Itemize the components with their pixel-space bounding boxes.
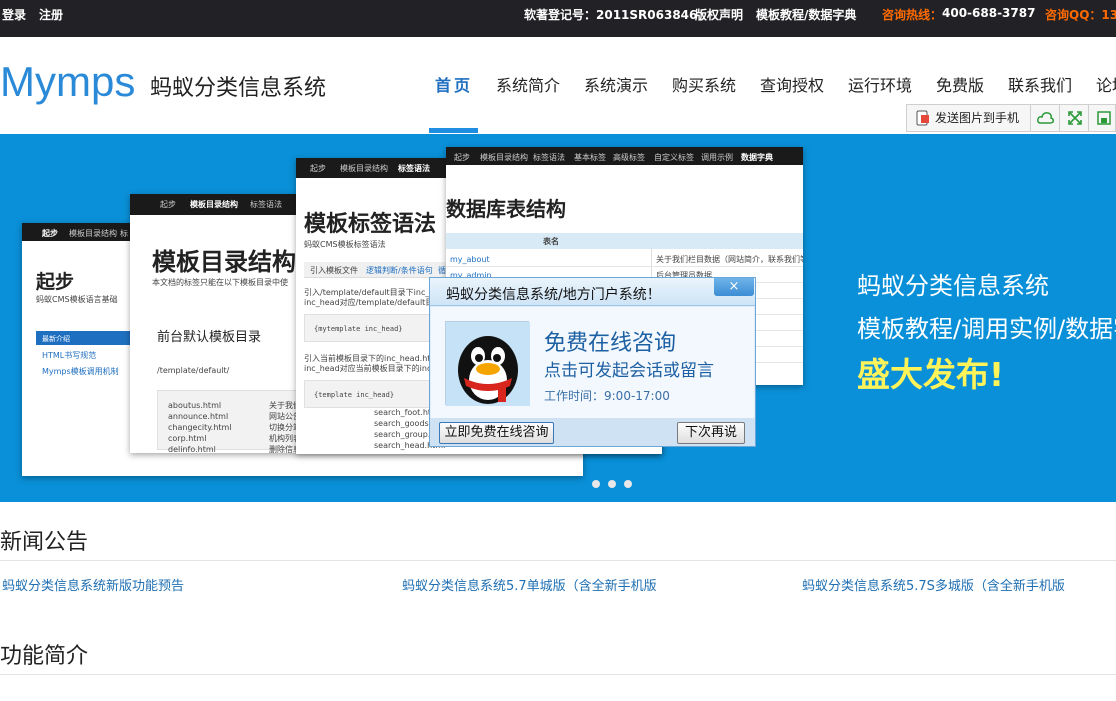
news-divider — [0, 560, 1116, 561]
send-to-phone-button[interactable]: 发送图片到手机 — [907, 105, 1031, 131]
banner-line-1: 蚂蚁分类信息系统 — [857, 272, 1049, 300]
hotline-number: 400-688-3787 — [942, 6, 1036, 20]
banner-line-2: 模板教程/调用实例/数据字 — [857, 315, 1116, 343]
hotline-label: 咨询热线： — [882, 8, 943, 22]
card-title: 数据库表结构 — [446, 197, 566, 221]
later-button[interactable]: 下次再说 — [677, 422, 745, 444]
news-item-3[interactable]: 蚂蚁分类信息系统5.7S多城版（含全新手机版 — [802, 575, 1065, 594]
nav-license[interactable]: 查询授权 — [760, 72, 824, 96]
nav-buy[interactable]: 购买系统 — [672, 72, 736, 96]
card-title: 起步 — [36, 271, 75, 293]
features-divider — [0, 674, 1116, 675]
phone-image-icon — [916, 110, 929, 126]
popup-title: 蚂蚁分类信息系统/地方门户系统！ — [446, 287, 661, 303]
share-toolbar: 发送图片到手机 — [906, 104, 1116, 132]
slide-dot-3[interactable] — [624, 480, 632, 488]
nav-intro[interactable]: 系统简介 — [496, 72, 560, 96]
banner-line-3: 盛大发布! — [857, 355, 1005, 394]
nav-contact[interactable]: 联系我们 — [1008, 72, 1072, 96]
popup-body: 免费在线咨询 点击可发起会话或留言 工作时间：9:00-17:00 — [431, 307, 754, 418]
nav-demo[interactable]: 系统演示 — [584, 72, 648, 96]
popup-close-button[interactable]: × — [714, 278, 754, 296]
news-item-2[interactable]: 蚂蚁分类信息系统5.7单城版（含全新手机版 — [402, 575, 657, 594]
features-section-title: 功能简介 — [0, 644, 89, 669]
nav-free[interactable]: 免费版 — [936, 72, 984, 96]
copyright-reg-text: 软著登记号：2011SR063846 — [524, 8, 698, 22]
template-docs-link[interactable]: 模板教程/数据字典 — [756, 6, 856, 23]
top-bar: 登录 注册 软著登记号：2011SR063846 版权声明 模板教程/数据字典 … — [0, 0, 1116, 37]
side-panel-head: 最新介绍 — [36, 331, 130, 345]
fullscreen-icon — [1068, 111, 1082, 125]
consult-popup: 蚂蚁分类信息系统/地方门户系统！ × 免费在线咨询 点击可发起会话或留言 工作时… — [429, 277, 756, 447]
slide-dot-2[interactable] — [608, 480, 616, 488]
qq-label[interactable]: 咨询QQ：13 — [1045, 6, 1116, 23]
popup-header: 蚂蚁分类信息系统/地方门户系统！ × — [430, 278, 755, 306]
card-title: 模板标签语法 — [304, 212, 437, 237]
register-link[interactable]: 注册 — [39, 6, 63, 23]
nav-environment[interactable]: 运行环境 — [848, 72, 912, 96]
popup-subline: 点击可发起会话或留言 — [544, 361, 714, 381]
slide-dot-1[interactable] — [592, 480, 600, 488]
save-icon — [1097, 111, 1111, 125]
save-button[interactable] — [1089, 105, 1116, 131]
news-item-1[interactable]: 蚂蚁分类信息系统新版功能预告 — [2, 575, 184, 594]
nav-active-indicator — [429, 128, 478, 133]
consult-now-button[interactable]: 立即免费在线咨询 — [439, 422, 554, 444]
popup-hours: 工作时间：9:00-17:00 — [544, 389, 670, 403]
fullscreen-button[interactable] — [1060, 105, 1089, 131]
popup-footer: 立即免费在线咨询 下次再说 — [430, 418, 755, 446]
qq-penguin-icon — [445, 321, 530, 406]
card-title: 模板目录结构 — [152, 248, 296, 276]
main-nav: 首页 系统简介 系统演示 购买系统 查询授权 运行环境 免费版 联系我们 论坛 — [0, 72, 1116, 102]
news-section-title: 新闻公告 — [0, 530, 89, 555]
nav-home[interactable]: 首页 — [435, 72, 473, 96]
copyright-notice-link[interactable]: 版权声明 — [695, 6, 743, 23]
nav-forum[interactable]: 论坛 — [1096, 72, 1116, 96]
cloud-icon — [1037, 112, 1054, 124]
login-link[interactable]: 登录 — [2, 6, 26, 23]
cloud-button[interactable] — [1031, 105, 1060, 131]
popup-headline: 免费在线咨询 — [544, 331, 677, 356]
